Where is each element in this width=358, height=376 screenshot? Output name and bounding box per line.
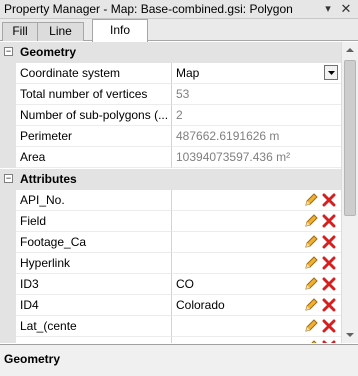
property-row-perimeter: Perimeter 487662.6191626 m bbox=[0, 126, 341, 147]
collapse-icon[interactable]: − bbox=[4, 174, 13, 183]
edit-pencil-icon[interactable] bbox=[303, 276, 319, 292]
coordinate-system-select[interactable]: Map bbox=[172, 63, 341, 84]
attribute-row[interactable]: ID4 Colorado bbox=[0, 295, 341, 316]
attribute-name: Hyperlink bbox=[16, 253, 172, 274]
dropdown-arrow-icon[interactable] bbox=[324, 65, 338, 80]
attribute-name: ID3 bbox=[16, 274, 172, 295]
delete-icon[interactable] bbox=[322, 193, 336, 207]
property-value: 487662.6191626 m bbox=[172, 126, 341, 147]
delete-icon[interactable] bbox=[322, 235, 336, 249]
scrollbar-thumb[interactable] bbox=[344, 60, 356, 216]
property-row-total-vertices: Total number of vertices 53 bbox=[0, 84, 341, 105]
delete-icon[interactable] bbox=[322, 256, 336, 270]
pin-icon[interactable]: ▾ bbox=[321, 2, 335, 16]
attribute-row[interactable]: Hyperlink bbox=[0, 253, 341, 274]
property-value: 53 bbox=[172, 84, 341, 105]
attribute-name bbox=[16, 337, 172, 343]
delete-icon[interactable] bbox=[322, 214, 336, 228]
close-icon[interactable]: ✕ bbox=[339, 1, 353, 16]
scroll-up-icon[interactable] bbox=[342, 42, 358, 59]
title-bar: Property Manager - Map: Base-combined.gs… bbox=[0, 0, 358, 19]
attribute-name: ID4 bbox=[16, 295, 172, 316]
attribute-row[interactable] bbox=[0, 337, 341, 343]
property-value: 10394073597.436 m² bbox=[172, 147, 341, 168]
tab-info[interactable]: Info bbox=[92, 19, 148, 42]
edit-pencil-icon[interactable] bbox=[303, 318, 319, 334]
property-name: Number of sub-polygons (... bbox=[16, 105, 172, 126]
attribute-name: Footage_Ca bbox=[16, 232, 172, 253]
property-value: 2 bbox=[172, 105, 341, 126]
edit-pencil-icon[interactable] bbox=[303, 297, 319, 313]
category-geometry[interactable]: − Geometry bbox=[0, 42, 341, 63]
tab-line[interactable]: Line bbox=[37, 22, 84, 41]
scroll-down-icon[interactable] bbox=[342, 326, 358, 343]
category-attributes[interactable]: − Attributes bbox=[0, 169, 341, 190]
attribute-row[interactable]: Footage_Ca bbox=[0, 232, 341, 253]
description-pane: Geometry bbox=[0, 344, 358, 376]
property-row-sub-polygons: Number of sub-polygons (... 2 bbox=[0, 105, 341, 126]
description-title: Geometry bbox=[4, 352, 61, 366]
attribute-row[interactable]: Lat_(cente bbox=[0, 316, 341, 337]
category-label: Geometry bbox=[20, 45, 77, 59]
property-row-coordinate-system[interactable]: Coordinate system Map bbox=[0, 63, 341, 84]
edit-pencil-icon[interactable] bbox=[303, 234, 319, 250]
edit-pencil-icon[interactable] bbox=[303, 255, 319, 271]
tab-fill[interactable]: Fill bbox=[2, 22, 38, 41]
collapse-icon[interactable]: − bbox=[4, 47, 13, 56]
edit-pencil-icon[interactable] bbox=[303, 192, 319, 208]
edit-pencil-icon[interactable] bbox=[303, 339, 319, 343]
attribute-row[interactable]: ID3 CO bbox=[0, 274, 341, 295]
edit-pencil-icon[interactable] bbox=[303, 213, 319, 229]
property-name: Total number of vertices bbox=[16, 84, 172, 105]
property-name: Coordinate system bbox=[16, 63, 172, 84]
attribute-name: Field bbox=[16, 211, 172, 232]
property-name: Area bbox=[16, 147, 172, 168]
attribute-name: API_No. bbox=[16, 190, 172, 211]
property-name: Perimeter bbox=[16, 126, 172, 147]
delete-icon[interactable] bbox=[322, 319, 336, 333]
attribute-row[interactable]: API_No. bbox=[0, 190, 341, 211]
window-title: Property Manager - Map: Base-combined.gs… bbox=[4, 2, 293, 16]
vertical-scrollbar[interactable] bbox=[341, 42, 358, 343]
attribute-name: Lat_(cente bbox=[16, 316, 172, 337]
delete-icon[interactable] bbox=[322, 340, 336, 343]
tab-strip: Fill Line Info bbox=[0, 19, 358, 42]
property-row-area: Area 10394073597.436 m² bbox=[0, 147, 341, 168]
attribute-row[interactable]: Field bbox=[0, 211, 341, 232]
category-label: Attributes bbox=[20, 172, 77, 186]
delete-icon[interactable] bbox=[322, 277, 336, 291]
delete-icon[interactable] bbox=[322, 298, 336, 312]
property-grid: − Geometry Coordinate system Map Total n… bbox=[0, 42, 341, 343]
